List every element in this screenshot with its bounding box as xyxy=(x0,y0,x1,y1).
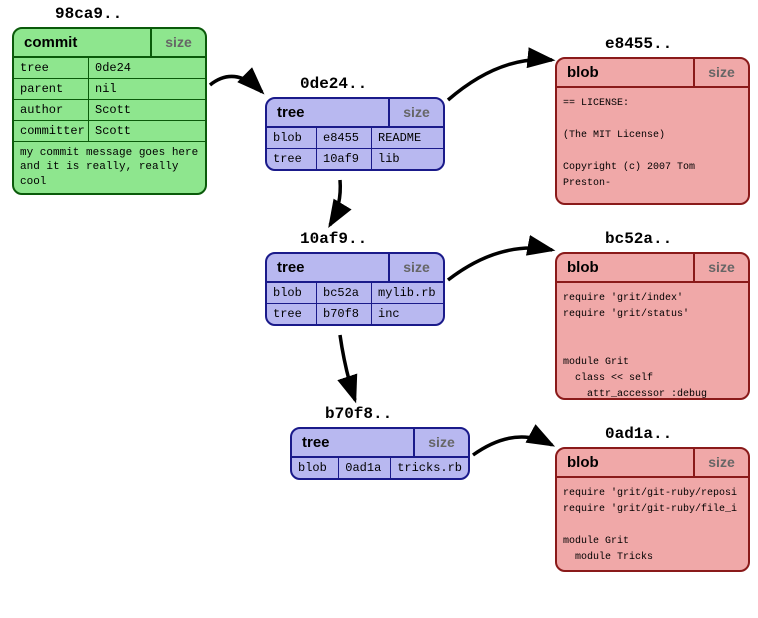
tree-row: tree 10af9 lib xyxy=(267,149,443,169)
blob-size: size xyxy=(693,254,748,281)
tree-row: tree b70f8 inc xyxy=(267,304,443,324)
tree-header: tree size xyxy=(267,254,443,283)
blob-box-2: blob size require 'grit/git-ruby/reposi … xyxy=(555,447,750,572)
blob-type: blob xyxy=(557,449,693,476)
tree-entry-hash: bc52a xyxy=(317,283,372,303)
commit-row-key: tree xyxy=(14,58,89,78)
blob-type: blob xyxy=(557,59,693,86)
commit-row: committer Scott xyxy=(14,121,205,142)
tree-type: tree xyxy=(267,99,388,126)
tree-entry-hash: 0ad1a xyxy=(339,458,391,478)
blob-1-hash-label: bc52a.. xyxy=(605,230,672,248)
blob-0-hash-label: e8455.. xyxy=(605,35,672,53)
blob-header: blob size xyxy=(557,59,748,88)
blob-box-1: blob size require 'grit/index' require '… xyxy=(555,252,750,400)
tree-2-hash-label: b70f8.. xyxy=(325,405,392,423)
blob-2-hash-label: 0ad1a.. xyxy=(605,425,672,443)
tree-entry-type: blob xyxy=(267,283,317,303)
tree-entry-hash: e8455 xyxy=(317,128,372,148)
blob-content: require 'grit/index' require 'grit/statu… xyxy=(557,283,748,400)
blob-size: size xyxy=(693,449,748,476)
arrow-tree1-to-tree2 xyxy=(340,335,355,400)
commit-row: parent nil xyxy=(14,79,205,100)
tree-entry-type: blob xyxy=(292,458,339,478)
blob-header: blob size xyxy=(557,449,748,478)
tree-entry-name: inc xyxy=(372,304,443,324)
blob-box-0: blob size == LICENSE: (The MIT License) … xyxy=(555,57,750,205)
commit-box: commit size tree 0de24 parent nil author… xyxy=(12,27,207,195)
tree-entry-type: blob xyxy=(267,128,317,148)
arrow-tree2-to-blob2 xyxy=(473,437,552,455)
commit-message: my commit message goes here and it is re… xyxy=(14,142,205,193)
tree-entry-name: README xyxy=(372,128,443,148)
commit-type: commit xyxy=(14,29,150,56)
tree-entry-name: lib xyxy=(372,149,443,169)
commit-row-value: 0de24 xyxy=(89,58,205,78)
commit-row-value: nil xyxy=(89,79,205,99)
tree-header: tree size xyxy=(267,99,443,128)
commit-row-value: Scott xyxy=(89,100,205,120)
tree-entry-hash: 10af9 xyxy=(317,149,372,169)
arrow-tree0-to-blob0 xyxy=(448,60,552,101)
arrow-commit-to-tree0 xyxy=(210,76,262,92)
tree-box-0: tree size blob e8455 README tree 10af9 l… xyxy=(265,97,445,171)
tree-entry-name: mylib.rb xyxy=(372,283,443,303)
commit-row-key: author xyxy=(14,100,89,120)
tree-entry-hash: b70f8 xyxy=(317,304,372,324)
commit-row-key: committer xyxy=(14,121,89,141)
arrow-tree0-to-tree1 xyxy=(330,180,340,225)
commit-hash-label: 98ca9.. xyxy=(55,5,122,23)
tree-size: size xyxy=(388,254,443,281)
blob-content: == LICENSE: (The MIT License) Copyright … xyxy=(557,88,748,205)
tree-type: tree xyxy=(292,429,413,456)
commit-header: commit size xyxy=(14,29,205,58)
commit-row-key: parent xyxy=(14,79,89,99)
blob-content: require 'grit/git-ruby/reposi require 'g… xyxy=(557,478,748,572)
arrow-tree1-to-blob1 xyxy=(448,248,552,280)
tree-size: size xyxy=(413,429,468,456)
tree-box-2: tree size blob 0ad1a tricks.rb xyxy=(290,427,470,480)
blob-type: blob xyxy=(557,254,693,281)
tree-row: blob 0ad1a tricks.rb xyxy=(292,458,468,478)
tree-box-1: tree size blob bc52a mylib.rb tree b70f8… xyxy=(265,252,445,326)
blob-size: size xyxy=(693,59,748,86)
commit-size: size xyxy=(150,29,205,56)
tree-row: blob bc52a mylib.rb xyxy=(267,283,443,304)
commit-row-value: Scott xyxy=(89,121,205,141)
tree-header: tree size xyxy=(292,429,468,458)
tree-type: tree xyxy=(267,254,388,281)
tree-1-hash-label: 10af9.. xyxy=(300,230,367,248)
tree-entry-name: tricks.rb xyxy=(391,458,468,478)
tree-row: blob e8455 README xyxy=(267,128,443,149)
tree-entry-type: tree xyxy=(267,149,317,169)
tree-size: size xyxy=(388,99,443,126)
tree-0-hash-label: 0de24.. xyxy=(300,75,367,93)
commit-row: tree 0de24 xyxy=(14,58,205,79)
tree-entry-type: tree xyxy=(267,304,317,324)
blob-header: blob size xyxy=(557,254,748,283)
commit-row: author Scott xyxy=(14,100,205,121)
